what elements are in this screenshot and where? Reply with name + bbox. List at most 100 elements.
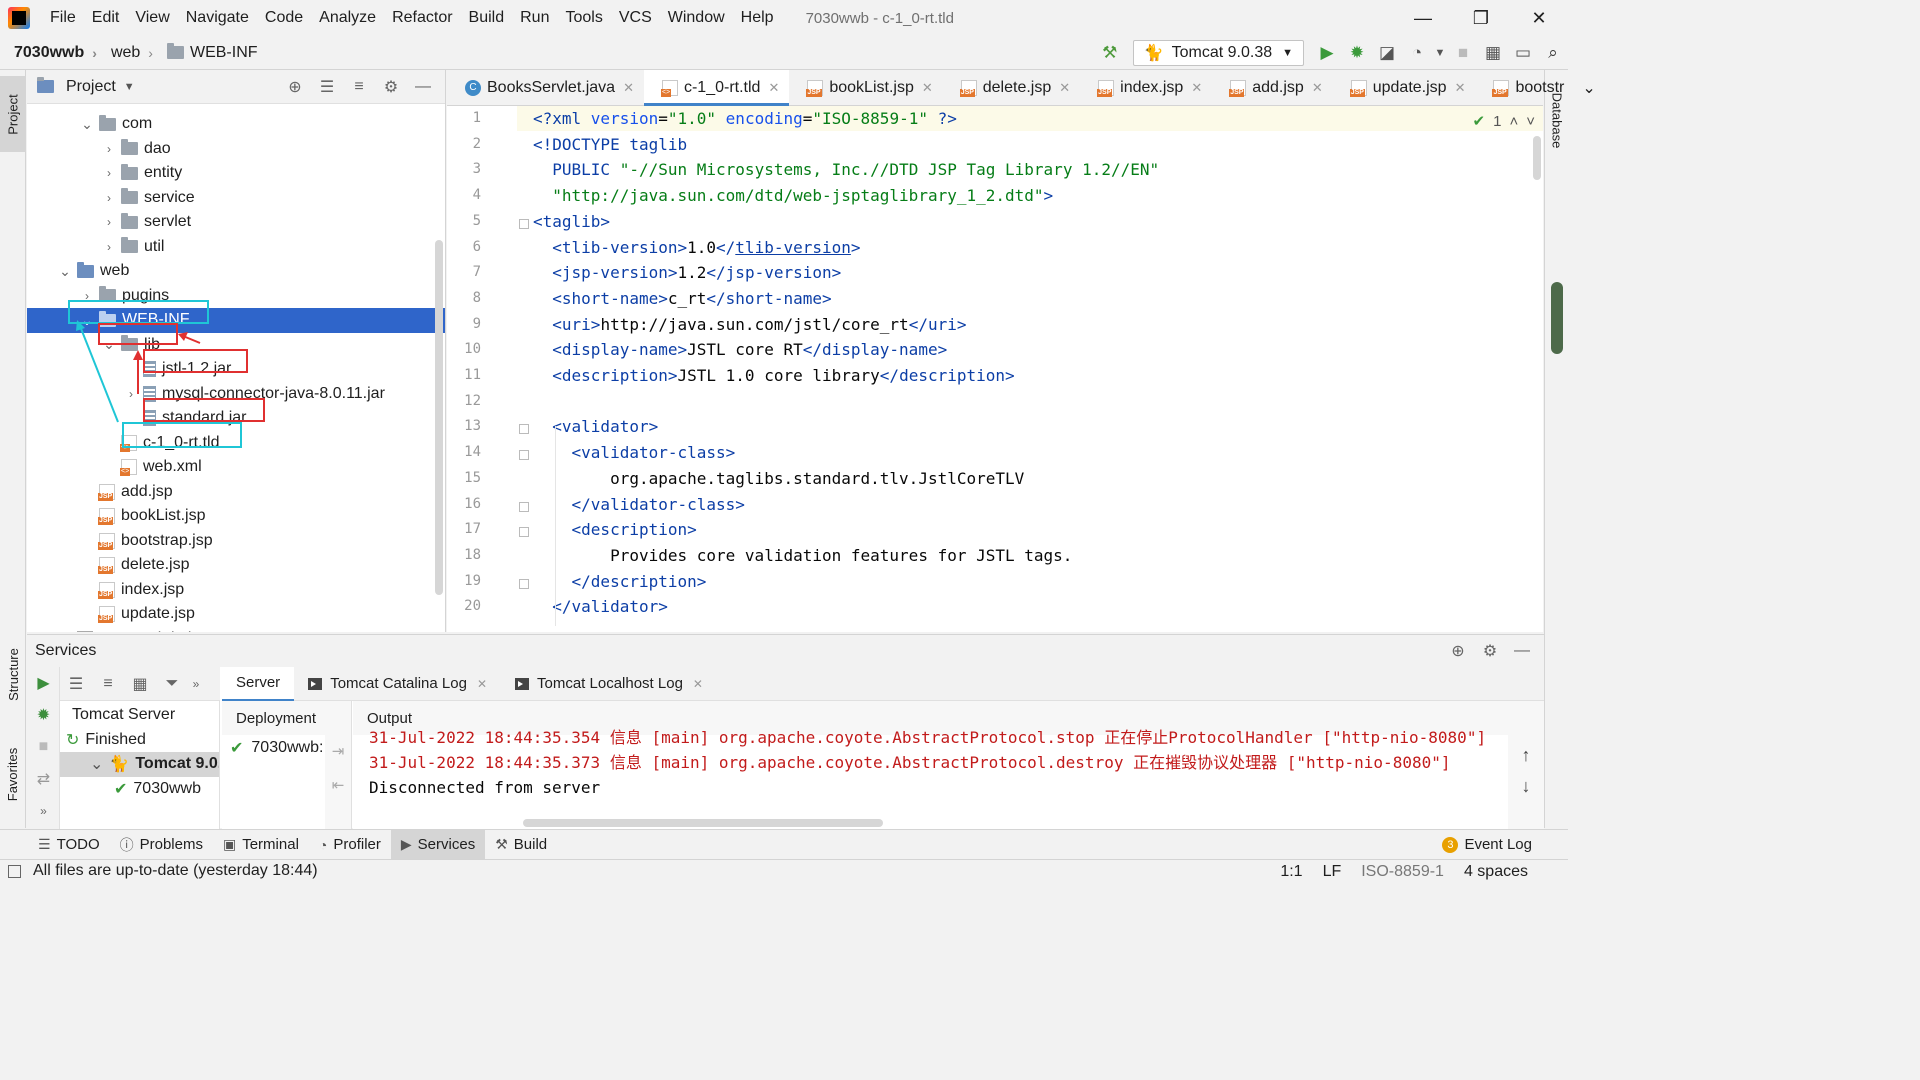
project-scrollbar[interactable] [435, 240, 443, 595]
menu-edit[interactable]: Edit [84, 0, 128, 36]
service-tree-item[interactable]: ↻ Finished [60, 728, 146, 753]
collapse-all-icon[interactable]: ≡ [92, 671, 124, 697]
chevron-down-icon[interactable]: ⌄ [101, 336, 117, 353]
menu-help[interactable]: Help [733, 0, 782, 36]
search-icon[interactable]: ⌕ [1538, 38, 1568, 68]
chevron-right-icon[interactable]: › [101, 240, 117, 254]
editor-scrollbar[interactable] [1533, 136, 1541, 180]
tool-window-icon[interactable]: ▭ [1508, 38, 1538, 68]
menu-file[interactable]: File [42, 0, 84, 36]
event-log-button[interactable]: 3 Event Log [1442, 836, 1532, 853]
gear-icon[interactable]: ⚙ [1474, 638, 1506, 664]
structure-tool-tab[interactable]: Structure [0, 632, 26, 716]
breadcrumb-project[interactable]: 7030wwb › [0, 44, 97, 62]
code-area[interactable]: <?xml version="1.0" encoding="ISO-8859-1… [533, 106, 1513, 632]
editor-tab-booklist-jsp[interactable]: bookList.jsp ✕ [789, 70, 942, 105]
build-hammer-icon[interactable]: ⚒ [1095, 38, 1125, 68]
debug-icon[interactable]: ✹ [27, 699, 60, 731]
close-icon[interactable]: ✕ [1059, 80, 1070, 96]
project-structure-icon[interactable]: ▦ [1478, 38, 1508, 68]
fold-marker-icon[interactable] [519, 527, 529, 538]
arrow-up-icon[interactable]: ↑ [1508, 745, 1544, 766]
tree-item-booklist-jsp[interactable]: bookList.jsp [27, 504, 445, 529]
stop-icon[interactable]: ■ [27, 731, 60, 763]
output-horizontal-scrollbar[interactable] [523, 819, 883, 827]
hide-icon[interactable]: — [1506, 638, 1538, 664]
tree-item-delete-jsp[interactable]: delete.jsp [27, 553, 445, 578]
profiler-tool-button[interactable]: ◔ Profiler [309, 830, 391, 860]
editor-tab-booksservlet-java[interactable]: C BooksServlet.java ✕ [447, 70, 644, 105]
tab-server[interactable]: Server [222, 666, 295, 701]
menu-analyze[interactable]: Analyze [311, 0, 384, 36]
service-tree-item[interactable]: Tomcat Server [60, 703, 175, 728]
tree-item-com[interactable]: ⌄ com [27, 112, 445, 137]
tree-item-jstl-1-2-jar[interactable]: jstl-1.2.jar [27, 357, 445, 382]
tabs-overflow-icon[interactable]: ⌄ [1574, 70, 1605, 105]
close-icon[interactable]: ✕ [768, 80, 779, 96]
fold-marker-icon[interactable] [519, 424, 529, 435]
close-icon[interactable]: ✕ [477, 677, 487, 691]
tree-item-web[interactable]: ⌄ web [27, 259, 445, 284]
deploy-icon[interactable]: ⇄ [27, 763, 60, 795]
tree-item-mysql-connector-java-8-0-11-jar[interactable]: › mysql-connector-java-8.0.11.jar [27, 382, 445, 407]
menu-code[interactable]: Code [257, 0, 311, 36]
chevron-right-icon[interactable]: › [123, 387, 139, 401]
close-icon[interactable]: ✕ [1191, 80, 1202, 96]
tree-item-index-jsp[interactable]: index.jsp [27, 578, 445, 603]
editor-tab-delete-jsp[interactable]: delete.jsp ✕ [943, 70, 1080, 105]
menu-navigate[interactable]: Navigate [178, 0, 257, 36]
run-icon[interactable]: ▶ [27, 667, 60, 699]
tree-item-lib[interactable]: ⌄ lib [27, 333, 445, 358]
chevron-down-icon[interactable]: ⌄ [57, 263, 73, 280]
coverage-icon[interactable]: ◪ [1372, 38, 1402, 68]
fold-marker-icon[interactable] [519, 501, 529, 512]
tree-item-service[interactable]: › service [27, 186, 445, 211]
caret-position[interactable]: 1:1 [1280, 863, 1302, 881]
problems-tool-button[interactable]: ⓘ Problems [110, 830, 213, 860]
chevron-right-icon[interactable]: › [101, 191, 117, 205]
service-tree-item[interactable]: ⌄ 🐈 Tomcat 9.0.38 [60, 752, 219, 777]
locate-icon[interactable]: ⊕ [1442, 638, 1474, 664]
chevron-right-icon[interactable]: › [79, 289, 95, 303]
expand-all-icon[interactable]: ☰ [60, 671, 92, 697]
chevron-up-icon[interactable]: ˄ [1509, 113, 1518, 130]
inspection-widget[interactable]: ✔ 1 ˄ ˅ [1473, 112, 1535, 131]
chevron-right-icon[interactable]: › [101, 215, 117, 229]
run-icon[interactable]: ▶ [1312, 38, 1342, 68]
more-icon[interactable]: » [188, 671, 204, 697]
stop-icon[interactable]: ■ [1448, 38, 1478, 68]
close-icon[interactable]: ✕ [1312, 80, 1323, 96]
tree-item-7030wwb-iml[interactable]: 7030wwb.iml [27, 627, 445, 632]
minimize-button[interactable]: — [1394, 0, 1452, 36]
tree-item-add-jsp[interactable]: add.jsp [27, 480, 445, 505]
tree-item-dao[interactable]: › dao [27, 137, 445, 162]
tree-item-util[interactable]: › util [27, 235, 445, 260]
collapse-all-icon[interactable]: ≡ [343, 74, 375, 100]
menu-view[interactable]: View [127, 0, 177, 36]
editor-tab-c-1-0-rt-tld[interactable]: c-1_0-rt.tld ✕ [643, 70, 790, 106]
breadcrumb-web-inf[interactable]: WEB-INF [153, 43, 258, 62]
indent-setting[interactable]: 4 spaces [1464, 863, 1528, 881]
debug-icon[interactable]: ✹ [1342, 38, 1372, 68]
chevron-down-icon[interactable]: ▼ [1432, 38, 1448, 68]
menu-vcs[interactable]: VCS [611, 0, 660, 36]
tree-item-pugins[interactable]: › pugins [27, 284, 445, 309]
menu-refactor[interactable]: Refactor [384, 0, 460, 36]
editor-tab-update-jsp[interactable]: update.jsp ✕ [1333, 70, 1476, 105]
tree-item-web-xml[interactable]: web.xml [27, 455, 445, 480]
chevron-down-icon[interactable]: ⌄ [79, 116, 95, 133]
close-icon[interactable]: ✕ [1455, 80, 1466, 96]
tree-item-c-1-0-rt-tld[interactable]: c-1_0-rt.tld [27, 431, 445, 456]
file-encoding[interactable]: ISO-8859-1 [1361, 863, 1444, 881]
favorites-tool-tab[interactable]: Favorites [0, 734, 26, 814]
tree-item-servlet[interactable]: › servlet [27, 210, 445, 235]
group-icon[interactable]: ▦ [124, 671, 156, 697]
locate-icon[interactable]: ⊕ [279, 74, 311, 100]
status-toggle-icon[interactable] [8, 864, 21, 878]
close-icon[interactable]: ✕ [922, 80, 933, 96]
filter-icon[interactable]: ⏷ [156, 671, 188, 697]
tree-item-entity[interactable]: › entity [27, 161, 445, 186]
tree-item-bootstrap-jsp[interactable]: bootstrap.jsp [27, 529, 445, 554]
editor-tab-index-jsp[interactable]: index.jsp ✕ [1080, 70, 1212, 105]
close-icon[interactable]: ✕ [623, 80, 634, 96]
